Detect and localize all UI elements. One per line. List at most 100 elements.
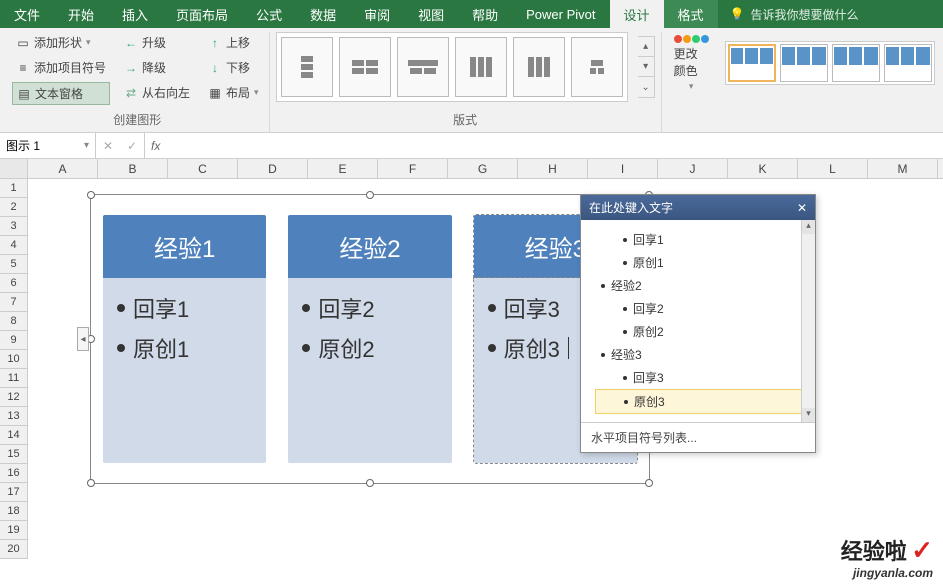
row-header[interactable]: 1: [0, 179, 28, 198]
smartart-header[interactable]: 经验2: [288, 215, 451, 278]
tab-formulas[interactable]: 公式: [242, 0, 296, 28]
text-pane-item[interactable]: 经验3: [601, 343, 805, 366]
tell-me-search[interactable]: 💡 告诉我你想要做什么: [718, 0, 871, 28]
tab-home[interactable]: 开始: [54, 0, 108, 28]
row-header[interactable]: 18: [0, 502, 28, 521]
column-header[interactable]: I: [588, 159, 658, 178]
smartart-column[interactable]: 经验1回享1原创1: [103, 215, 266, 463]
row-header[interactable]: 3: [0, 217, 28, 236]
smartart-body[interactable]: 回享1原创1: [103, 278, 266, 463]
text-pane-toggle[interactable]: ◂: [77, 327, 89, 351]
formula-input[interactable]: [166, 133, 943, 158]
smartart-bullet[interactable]: 回享2: [302, 288, 437, 328]
style-item[interactable]: [832, 44, 880, 82]
tab-page-layout[interactable]: 页面布局: [162, 0, 242, 28]
cancel-icon[interactable]: ✕: [96, 139, 120, 153]
cell-area-row[interactable]: [28, 502, 943, 521]
row-header[interactable]: 17: [0, 483, 28, 502]
layout-gallery[interactable]: [276, 32, 628, 102]
layout-item[interactable]: [281, 37, 333, 97]
column-header[interactable]: E: [308, 159, 378, 178]
row-header[interactable]: 13: [0, 407, 28, 426]
scroll-down-icon[interactable]: ▾: [802, 408, 815, 422]
scroll-up-icon[interactable]: ▴: [802, 220, 815, 234]
row-header[interactable]: 14: [0, 426, 28, 445]
fx-icon[interactable]: fx: [145, 133, 166, 158]
column-header[interactable]: C: [168, 159, 238, 178]
row-header[interactable]: 16: [0, 464, 28, 483]
chevron-up-icon[interactable]: ▴: [638, 37, 654, 57]
layout-item[interactable]: [455, 37, 507, 97]
more-icon[interactable]: ⌄: [638, 77, 654, 97]
text-pane-item[interactable]: 经验2: [601, 274, 805, 297]
tab-view[interactable]: 视图: [404, 0, 458, 28]
column-header[interactable]: A: [28, 159, 98, 178]
tab-review[interactable]: 审阅: [350, 0, 404, 28]
demote-button[interactable]: →降级: [120, 57, 194, 78]
row-header[interactable]: 19: [0, 521, 28, 540]
layout-item[interactable]: [571, 37, 623, 97]
close-icon[interactable]: ✕: [797, 201, 807, 215]
style-item[interactable]: [780, 44, 828, 82]
column-header[interactable]: G: [448, 159, 518, 178]
row-header[interactable]: 15: [0, 445, 28, 464]
smartart-selection[interactable]: ◂ 经验1回享1原创1经验2回享2原创2经验3回享3原创3: [90, 194, 650, 484]
smartart-text-pane[interactable]: 在此处键入文字 ✕ 回享1原创1经验2回享2原创2经验3回享3原创3 ▴ ▾ 水…: [580, 194, 816, 453]
style-gallery[interactable]: [725, 41, 935, 85]
column-header[interactable]: D: [238, 159, 308, 178]
change-colors-button[interactable]: 更改颜色 ▾: [668, 33, 715, 94]
rtl-button[interactable]: ⇄从右向左: [120, 82, 194, 103]
chevron-down-icon[interactable]: ▾: [84, 140, 89, 151]
smartart-header[interactable]: 经验1: [103, 215, 266, 278]
move-up-button[interactable]: ↑上移: [204, 32, 263, 53]
text-pane-item[interactable]: 回享3: [601, 366, 805, 389]
text-pane-item[interactable]: 回享1: [601, 228, 805, 251]
column-header[interactable]: J: [658, 159, 728, 178]
text-pane-title-bar[interactable]: 在此处键入文字 ✕: [581, 195, 815, 220]
row-header[interactable]: 20: [0, 540, 28, 559]
text-pane-item[interactable]: 回享2: [601, 297, 805, 320]
resize-handle[interactable]: [366, 479, 374, 487]
promote-button[interactable]: ←升级: [120, 32, 194, 53]
text-pane-item[interactable]: 原创1: [601, 251, 805, 274]
cell-area-row[interactable]: [28, 483, 943, 502]
column-header[interactable]: B: [98, 159, 168, 178]
chevron-down-icon[interactable]: ▾: [638, 57, 654, 77]
row-header[interactable]: 4: [0, 236, 28, 255]
row-header[interactable]: 9: [0, 331, 28, 350]
resize-handle[interactable]: [366, 191, 374, 199]
smartart-bullet[interactable]: 回享1: [117, 288, 252, 328]
cell-area-row[interactable]: [28, 521, 943, 540]
row-header[interactable]: 12: [0, 388, 28, 407]
layout-item[interactable]: [339, 37, 391, 97]
tab-power-pivot[interactable]: Power Pivot: [512, 0, 609, 28]
move-down-button[interactable]: ↓下移: [204, 57, 263, 78]
style-item[interactable]: [884, 44, 932, 82]
name-box[interactable]: 图示 1▾: [0, 133, 96, 158]
resize-handle[interactable]: [87, 191, 95, 199]
add-shape-button[interactable]: ▭添加形状 ▾: [12, 32, 110, 53]
row-header[interactable]: 10: [0, 350, 28, 369]
tab-data[interactable]: 数据: [296, 0, 350, 28]
text-pane-item[interactable]: 原创3: [595, 389, 811, 414]
tab-file[interactable]: 文件: [0, 0, 54, 28]
column-header[interactable]: F: [378, 159, 448, 178]
resize-handle[interactable]: [87, 479, 95, 487]
tab-format[interactable]: 格式: [664, 0, 718, 28]
smartart-body[interactable]: 回享2原创2: [288, 278, 451, 463]
layout-item[interactable]: [397, 37, 449, 97]
smartart-bullet[interactable]: 原创1: [117, 328, 252, 368]
text-pane-scrollbar[interactable]: ▴ ▾: [801, 220, 815, 422]
tab-insert[interactable]: 插入: [108, 0, 162, 28]
text-pane-footer[interactable]: 水平项目符号列表...: [581, 422, 815, 452]
column-header[interactable]: L: [798, 159, 868, 178]
resize-handle[interactable]: [645, 479, 653, 487]
smartart-bullet[interactable]: 原创2: [302, 328, 437, 368]
row-header[interactable]: 8: [0, 312, 28, 331]
row-header[interactable]: 5: [0, 255, 28, 274]
smartart-column[interactable]: 经验2回享2原创2: [288, 215, 451, 463]
column-header[interactable]: H: [518, 159, 588, 178]
layout-gallery-nav[interactable]: ▴▾⌄: [638, 36, 655, 98]
tab-help[interactable]: 帮助: [458, 0, 512, 28]
style-item[interactable]: [728, 44, 776, 82]
